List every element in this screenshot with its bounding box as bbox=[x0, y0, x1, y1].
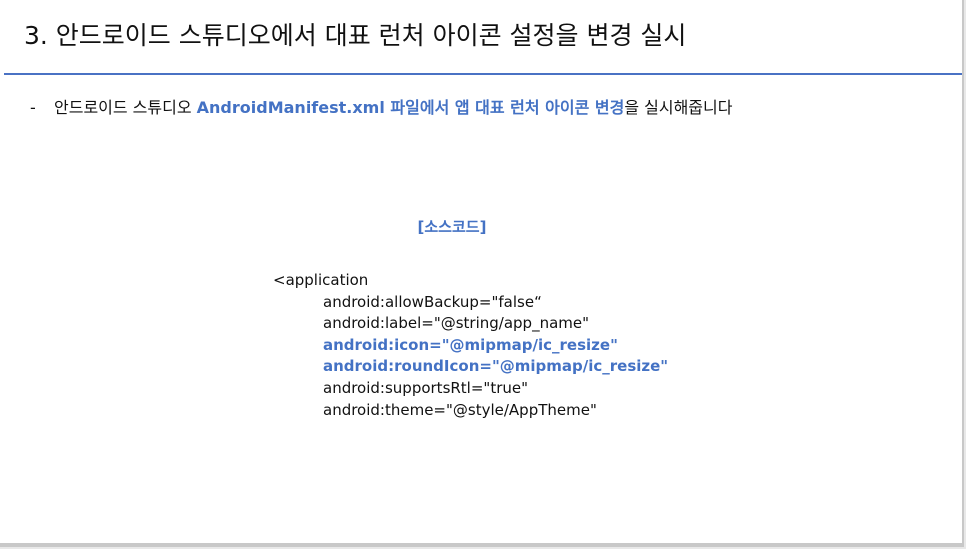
bullet-prefix: 안드로이드 스튜디오 bbox=[54, 98, 197, 117]
slide: 3. 안드로이드 스튜디오에서 대표 런처 아이콘 설정을 변경 실시 - 안드로… bbox=[0, 0, 964, 547]
code-line-highlighted: android:roundIcon="@mipmap/ic_resize" bbox=[323, 357, 669, 376]
code-block: <application android:allowBackup="false“… bbox=[273, 270, 668, 421]
bullet-suffix: 을 실시해줍니다 bbox=[624, 98, 733, 117]
code-line: android:theme="@style/AppTheme" bbox=[323, 400, 597, 419]
code-line: android:label="@string/app_name" bbox=[323, 314, 590, 333]
bullet-item: - 안드로이드 스튜디오 AndroidManifest.xml 파일에서 앱 대… bbox=[30, 96, 732, 120]
title-divider bbox=[4, 73, 962, 75]
code-line: android:supportsRtl="true" bbox=[323, 378, 529, 397]
code-title: [소스코드] bbox=[417, 218, 487, 236]
slide-title: 3. 안드로이드 스튜디오에서 대표 런처 아이콘 설정을 변경 실시 bbox=[24, 21, 687, 50]
code-line: android:allowBackup="false“ bbox=[323, 292, 542, 311]
bullet-dash: - bbox=[30, 98, 36, 117]
code-line-highlighted: android:icon="@mipmap/ic_resize" bbox=[323, 335, 618, 354]
code-line: <application bbox=[273, 271, 369, 289]
bullet-highlight: AndroidManifest.xml 파일에서 앱 대표 런처 아이콘 변경 bbox=[196, 98, 625, 117]
